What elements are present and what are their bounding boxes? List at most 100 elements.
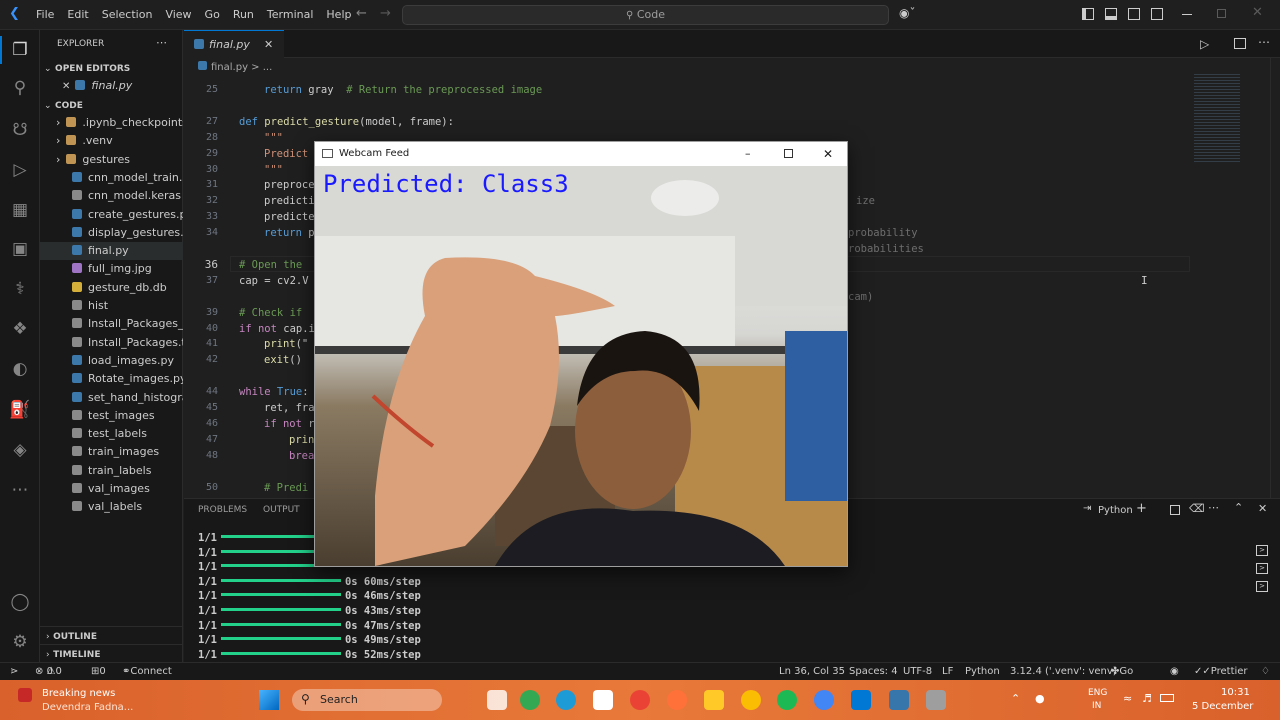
- python-interpreter[interactable]: 3.12.4 ('.venv': venv): [1010, 663, 1117, 680]
- indentation[interactable]: Spaces: 4: [849, 663, 898, 680]
- file-tree-item[interactable]: load_images.py: [40, 352, 183, 370]
- file-tree-item[interactable]: val_labels: [40, 498, 183, 516]
- close-panel-icon[interactable]: ✕: [1258, 502, 1267, 515]
- run-debug-icon[interactable]: ▷: [8, 158, 32, 182]
- open-editors-header[interactable]: ⌄ OPEN EDITORS: [40, 59, 183, 77]
- ports-status[interactable]: ⊞ 0: [91, 663, 106, 680]
- chrome-profile-icon[interactable]: [630, 690, 650, 710]
- menu-terminal[interactable]: Terminal: [267, 8, 314, 21]
- remote-icon[interactable]: ⋗: [10, 663, 18, 680]
- folder-header[interactable]: ⌄ CODE: [40, 96, 183, 114]
- file-tree-item[interactable]: cnn_model.keras: [40, 187, 183, 205]
- menu-selection[interactable]: Selection: [102, 8, 153, 21]
- mic-icon[interactable]: ●: [1035, 692, 1045, 705]
- go-live-button[interactable]: ✤ Go Live: [1111, 663, 1140, 694]
- new-terminal-icon[interactable]: +: [1136, 501, 1147, 516]
- toggle-sidebar-icon[interactable]: [1082, 8, 1094, 20]
- layers-icon[interactable]: ◈: [8, 438, 32, 462]
- remote-explorer-icon[interactable]: ▣: [8, 237, 32, 261]
- editor-more-icon[interactable]: ⋯: [1258, 35, 1270, 49]
- tab-final-py[interactable]: final.py ✕: [184, 30, 284, 58]
- file-tree-item[interactable]: gesture_db.db: [40, 279, 183, 297]
- language-mode[interactable]: Python: [965, 663, 1000, 680]
- menu-view[interactable]: View: [165, 8, 191, 21]
- windows-start-icon[interactable]: [259, 690, 279, 710]
- vscode-logo-icon[interactable]: ❮: [9, 7, 23, 21]
- explorer-more-icon[interactable]: ⋯: [156, 36, 167, 49]
- tab-problems[interactable]: PROBLEMS: [198, 505, 247, 515]
- file-tree-item[interactable]: › gestures: [40, 151, 183, 169]
- vertical-scrollbar[interactable]: [1270, 58, 1280, 498]
- chrome-work-icon[interactable]: [814, 690, 834, 710]
- errors-status[interactable]: ⊗ 0 ⚠ 0: [35, 663, 62, 680]
- vscode-taskbar-icon[interactable]: [851, 690, 871, 710]
- store-icon[interactable]: [593, 690, 613, 710]
- volume-icon[interactable]: ♬: [1142, 692, 1152, 705]
- docker-icon[interactable]: ⛽: [8, 398, 32, 422]
- webcam-title-bar[interactable]: Webcam Feed – ✕: [315, 142, 847, 166]
- menu-help[interactable]: Help: [326, 8, 351, 21]
- file-tree-item[interactable]: Install_Packages.txt: [40, 334, 183, 352]
- chrome-alt-icon[interactable]: [741, 690, 761, 710]
- settings-gear-icon[interactable]: ⚙: [8, 630, 32, 654]
- spotify-icon[interactable]: [777, 690, 797, 710]
- terminal-name[interactable]: Python: [1098, 505, 1133, 516]
- menu-run[interactable]: Run: [233, 8, 254, 21]
- open-editor-item[interactable]: ✕ final.py: [40, 77, 183, 95]
- toggle-secondary-sidebar-icon[interactable]: [1128, 8, 1140, 20]
- split-terminal-icon[interactable]: [1170, 505, 1180, 515]
- run-python-icon[interactable]: ▷: [1200, 37, 1209, 51]
- file-tree-item[interactable]: final.py: [40, 242, 183, 261]
- terminal-instance-icon[interactable]: >: [1256, 545, 1268, 556]
- outline-section[interactable]: › OUTLINE: [40, 626, 183, 644]
- terminal-instance-icon[interactable]: >: [1256, 563, 1268, 574]
- edge-icon[interactable]: [556, 690, 576, 710]
- edge-icon[interactable]: ◐: [8, 357, 32, 381]
- split-editor-icon[interactable]: [1234, 38, 1246, 49]
- wifi-icon[interactable]: ≈: [1123, 692, 1132, 705]
- file-tree-item[interactable]: create_gestures.py: [40, 206, 183, 224]
- timeline-section[interactable]: › TIMELINE: [40, 644, 183, 662]
- forward-arrow-icon[interactable]: →: [380, 6, 391, 21]
- connect-status[interactable]: ⚭ Connect: [122, 663, 172, 680]
- app-taskbar-icon[interactable]: [926, 690, 946, 710]
- language-top[interactable]: ENG: [1088, 688, 1107, 698]
- python-icon[interactable]: ❖: [8, 317, 32, 341]
- task-view-icon[interactable]: [487, 690, 507, 710]
- maximize-window-icon[interactable]: [1217, 9, 1226, 18]
- file-tree-item[interactable]: set_hand_histogra...: [40, 389, 183, 407]
- file-tree-item[interactable]: train_images: [40, 443, 183, 461]
- file-tree-item[interactable]: test_labels: [40, 425, 183, 443]
- close-icon[interactable]: ✕: [62, 81, 70, 92]
- file-tree-item[interactable]: hist: [40, 297, 183, 315]
- news-widget[interactable]: Breaking news Devendra Fadna...: [18, 686, 188, 716]
- copilot-status-icon[interactable]: ◉: [1170, 663, 1179, 680]
- language-bottom[interactable]: IN: [1092, 701, 1101, 711]
- clock-time[interactable]: 10:31: [1221, 687, 1250, 698]
- back-arrow-icon[interactable]: ←: [356, 6, 367, 21]
- tray-chevron-icon[interactable]: ⌃: [1011, 692, 1020, 705]
- close-icon[interactable]: ✕: [823, 142, 833, 166]
- battery-icon[interactable]: [1160, 694, 1174, 702]
- notifications-icon[interactable]: ♢: [1261, 663, 1270, 680]
- extensions-icon[interactable]: ▦: [8, 198, 32, 222]
- breadcrumb[interactable]: final.py > ...: [198, 61, 272, 73]
- cursor-position[interactable]: Ln 36, Col 35: [779, 663, 845, 680]
- explorer-icon[interactable]: ❐: [8, 38, 32, 62]
- chrome-icon[interactable]: [520, 690, 540, 710]
- file-tree-item[interactable]: Install_Packages_...: [40, 315, 183, 333]
- file-tree-item[interactable]: train_labels: [40, 462, 183, 480]
- file-tree-item[interactable]: val_images: [40, 480, 183, 498]
- menu-file[interactable]: File: [36, 8, 54, 21]
- prettier-status[interactable]: ✓✓ Prettier: [1194, 663, 1248, 680]
- minimize-icon[interactable]: –: [745, 142, 751, 166]
- file-tree-item[interactable]: › .ipynb_checkpoints: [40, 114, 183, 132]
- close-tab-icon[interactable]: ✕: [264, 31, 273, 59]
- file-tree-item[interactable]: full_img.jpg: [40, 260, 183, 278]
- menu-edit[interactable]: Edit: [67, 8, 88, 21]
- more-icon[interactable]: ⋯: [8, 478, 32, 502]
- maximize-icon[interactable]: [784, 149, 793, 158]
- encoding[interactable]: UTF-8: [903, 663, 932, 680]
- file-tree-item[interactable]: display_gestures.py: [40, 224, 183, 242]
- file-tree-item[interactable]: Rotate_images.py: [40, 370, 183, 388]
